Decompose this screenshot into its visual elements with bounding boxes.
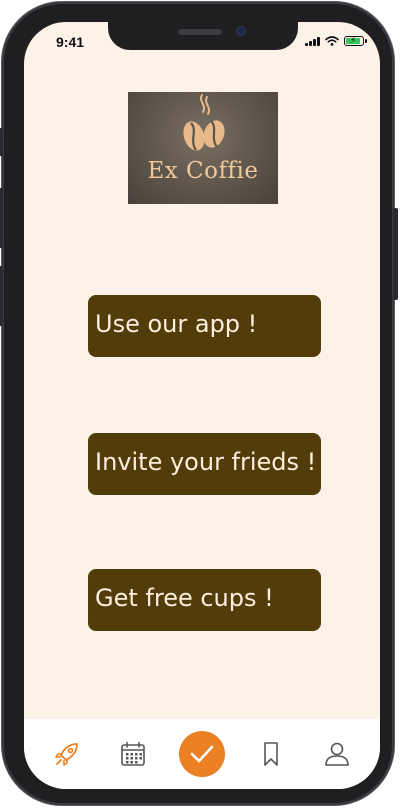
phone-frame: 9:41 ⚡ Ex Coffie Use our app ! Invite yo… [0,2,398,805]
status-icons: ⚡ [305,36,367,46]
tab-calendar[interactable] [113,734,153,774]
notch [108,22,298,50]
logo-text: Ex Coffie [147,158,259,184]
use-our-app-button[interactable]: Use our app ! [88,295,321,357]
profile-icon [325,742,349,766]
bookmark-icon [264,742,278,766]
mute-switch [0,128,3,156]
invite-friends-button[interactable]: Invite your frieds ! [88,433,321,495]
bottom-tab-bar [24,719,380,789]
tab-rocket[interactable] [47,734,87,774]
cellular-signal-icon [305,36,320,46]
volume-up-button [0,188,3,248]
screen: 9:41 ⚡ Ex Coffie Use our app ! Invite yo… [24,22,380,789]
power-button [393,208,398,300]
get-free-cups-button[interactable]: Get free cups ! [88,569,321,631]
tab-checkmark[interactable] [179,731,225,777]
app-logo: Ex Coffie [128,92,278,204]
calendar-icon [121,741,145,766]
tab-bookmark[interactable] [251,734,291,774]
volume-down-button [0,266,3,326]
speaker-grille [178,29,222,35]
tab-profile[interactable] [317,734,357,774]
front-camera-icon [236,26,246,36]
status-time: 9:41 [56,34,85,50]
checkmark-icon [190,745,214,763]
wifi-icon [325,36,339,46]
battery-icon: ⚡ [344,36,367,46]
rocket-icon [55,743,78,766]
coffee-bean-icon [183,94,225,151]
